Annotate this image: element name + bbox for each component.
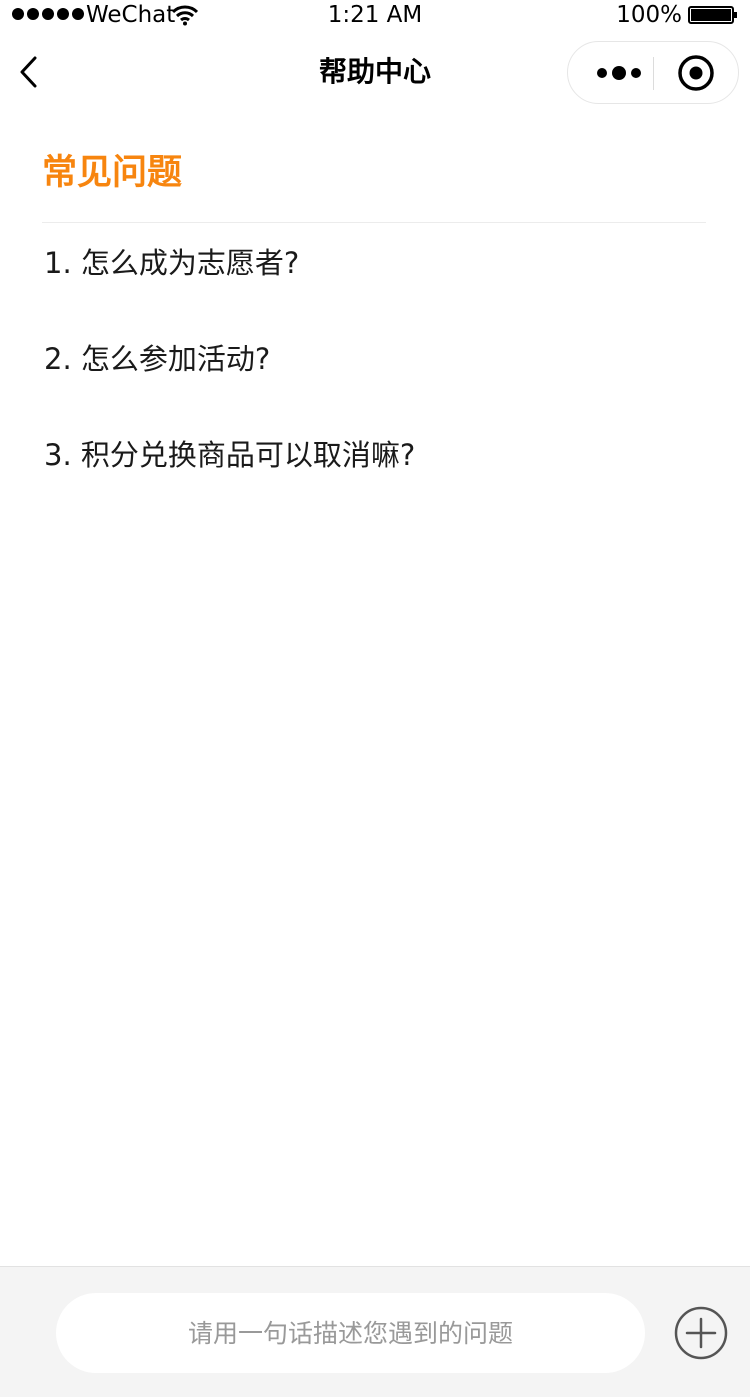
battery-percent: 100% (616, 2, 682, 28)
nav-bar: 帮助中心 (0, 30, 750, 114)
bottom-input-bar (0, 1266, 750, 1397)
status-bar: WeChat 1:21 AM 100% (0, 0, 750, 30)
capsule-divider (653, 57, 654, 90)
back-icon (20, 56, 37, 88)
faq-list: 1. 怎么成为志愿者? 2. 怎么参加活动? 3. 积分兑换商品可以取消嘛? (44, 236, 704, 524)
question-input[interactable] (56, 1293, 645, 1373)
faq-item[interactable]: 3. 积分兑换商品可以取消嘛? (44, 428, 704, 524)
back-button[interactable] (10, 48, 46, 96)
faq-item[interactable]: 2. 怎么参加活动? (44, 332, 704, 428)
faq-item[interactable]: 1. 怎么成为志愿者? (44, 236, 704, 332)
add-circle-icon[interactable] (674, 1306, 728, 1360)
more-button[interactable] (584, 42, 654, 103)
target-icon[interactable] (677, 54, 715, 92)
section-title: 常见问题 (42, 153, 183, 193)
battery-icon (688, 6, 737, 24)
more-icon (597, 67, 607, 78)
divider (42, 222, 706, 223)
menu-capsule (567, 41, 739, 104)
